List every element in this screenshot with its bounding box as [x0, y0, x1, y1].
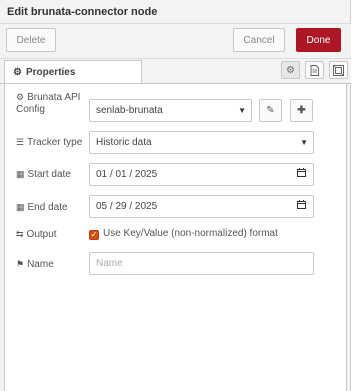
document-icon	[310, 64, 319, 76]
gear-icon: ⚙	[13, 66, 22, 78]
tracker-type-value: Historic data	[96, 137, 152, 148]
gear-icon: ⚙	[16, 92, 25, 102]
toolbar: Delete Cancel Done	[0, 24, 351, 59]
tag-icon: ⚑	[16, 259, 25, 269]
end-date-value: 05 / 29 / 2025	[96, 201, 158, 212]
start-date-input[interactable]: 01 / 01 / 2025	[89, 163, 314, 186]
edit-config-button[interactable]: ✎	[259, 99, 282, 122]
delete-button[interactable]: Delete	[6, 28, 56, 52]
properties-view-button[interactable]: ⚙	[281, 61, 300, 79]
plus-icon: ✚	[297, 105, 306, 116]
end-date-label: ▦ End date	[16, 202, 68, 213]
name-label: ⚑ Name	[16, 259, 54, 270]
layout-icon	[333, 64, 344, 76]
config-label: ⚙ Brunata API Config	[16, 92, 81, 115]
tracker-type-label: ☰ Tracker type	[16, 137, 83, 148]
appearance-view-button[interactable]	[329, 61, 348, 79]
gear-icon: ⚙	[286, 64, 295, 76]
name-placeholder: Name	[96, 258, 123, 269]
output-label: ⇆ Output	[16, 229, 57, 240]
add-config-button[interactable]: ✚	[290, 99, 313, 122]
start-date-value: 01 / 01 / 2025	[96, 169, 158, 180]
key-value-format-checkbox[interactable]: ✓	[89, 230, 99, 240]
tab-label: Properties	[25, 66, 76, 78]
edit-node-panel: Edit brunata-connector node Delete Cance…	[0, 0, 351, 391]
calendar-icon[interactable]	[297, 200, 306, 209]
tab-bar: ⚙ Properties ⚙	[0, 59, 351, 84]
cancel-button[interactable]: Cancel	[233, 28, 285, 52]
calendar-icon: ▦	[16, 202, 25, 212]
exchange-icon: ⇆	[16, 229, 24, 239]
panel-title: Edit brunata-connector node	[0, 0, 350, 24]
config-select[interactable]: senlab-brunata ▼	[89, 99, 252, 122]
key-value-format-label[interactable]: Use Key/Value (non-normalized) format	[103, 228, 278, 240]
chevron-down-icon: ▼	[238, 106, 246, 115]
calendar-icon[interactable]	[297, 168, 306, 177]
table-icon: ☰	[16, 137, 25, 147]
calendar-icon: ▦	[16, 169, 25, 179]
properties-form: ⚙ Brunata API Config senlab-brunata ▼ ✎ ✚…	[4, 84, 347, 391]
end-date-input[interactable]: 05 / 29 / 2025	[89, 195, 314, 218]
description-view-button[interactable]	[305, 61, 324, 79]
tracker-type-select[interactable]: Historic data ▼	[89, 131, 314, 154]
name-input[interactable]: Name	[89, 252, 314, 275]
config-value: senlab-brunata	[96, 105, 163, 116]
tab-properties[interactable]: ⚙ Properties	[4, 60, 142, 83]
pencil-icon: ✎	[266, 105, 275, 116]
chevron-down-icon: ▼	[300, 138, 308, 147]
done-button[interactable]: Done	[296, 28, 341, 52]
start-date-label: ▦ Start date	[16, 169, 71, 180]
